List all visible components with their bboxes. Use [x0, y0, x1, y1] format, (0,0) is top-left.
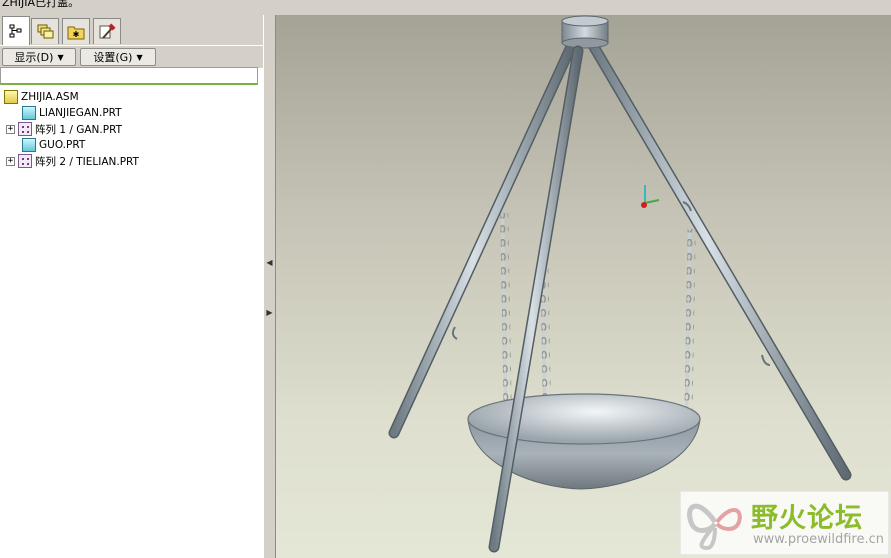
tree-item[interactable]: LIANJIEGAN.PRT [22, 105, 122, 121]
expand-right-icon[interactable]: ▶ [265, 301, 274, 323]
butterfly-logo-icon [687, 503, 742, 551]
chain [684, 228, 696, 430]
panel-splitter[interactable]: ◀ ▶ [263, 15, 276, 558]
pattern-icon [18, 122, 32, 136]
navigator-tab-bar: ✱ [0, 15, 263, 45]
tree-item[interactable]: GUO.PRT [22, 137, 85, 153]
svg-text:✱: ✱ [73, 30, 80, 39]
tab-model-tree[interactable] [2, 16, 30, 45]
tree-item[interactable]: + 阵列 1 / GAN.PRT [6, 121, 122, 137]
navigator-toolbar: 显示(D) ▼ 设置(G) ▼ [0, 45, 263, 68]
tab-layers[interactable] [31, 18, 59, 44]
dropdown-arrow-icon: ▼ [57, 52, 64, 62]
tree-item-label: 阵列 1 / GAN.PRT [35, 123, 123, 136]
settings-menu-button[interactable]: 设置(G) ▼ [80, 48, 156, 66]
watermark-url: www.proewildfire.cn [753, 532, 884, 547]
window-title-strip: ZHIJIA已打盖。 [0, 0, 891, 15]
part-icon [22, 138, 36, 152]
assembly-icon [4, 90, 18, 104]
tree-item-label: LIANJIEGAN.PRT [39, 107, 122, 119]
tree-filter-input[interactable] [0, 67, 258, 85]
csys-triad-icon [641, 185, 660, 208]
chain [500, 212, 512, 424]
tree-item-label: GUO.PRT [39, 139, 86, 151]
expand-icon[interactable]: + [6, 124, 15, 134]
show-menu-label: 显示(D) [14, 51, 54, 64]
tripod-model [388, 15, 852, 553]
model-tree-icon [9, 24, 22, 38]
tripod-cap [561, 15, 609, 49]
dropdown-arrow-icon: ▼ [136, 52, 143, 62]
forum-watermark: 野火论坛 www.proewildfire.cn [680, 491, 889, 555]
part-icon [22, 106, 36, 120]
tree-root-node[interactable]: ZHIJIA.ASM [4, 89, 79, 105]
tree-item[interactable]: + 阵列 2 / TIELIAN.PRT [6, 153, 139, 169]
hammer-icon [99, 22, 116, 39]
navigator-panel: ✱ 显示(D) ▼ 设置(G) ▼ ZHIJIA.ASM LIANJIEGAN.… [0, 15, 264, 558]
collapse-left-icon[interactable]: ◀ [265, 251, 274, 273]
window-title: ZHIJIA已打盖。 [2, 0, 80, 9]
expand-icon[interactable]: + [6, 156, 15, 166]
layers-icon [37, 24, 54, 38]
leg-hook [451, 326, 458, 340]
graphics-viewport[interactable]: 野火论坛 www.proewildfire.cn [276, 15, 891, 558]
show-menu-button[interactable]: 显示(D) ▼ [2, 48, 76, 66]
leg-hook [761, 354, 771, 366]
watermark-title: 野火论坛 [751, 503, 863, 534]
settings-menu-label: 设置(G) [93, 51, 133, 64]
tab-favorites[interactable]: ✱ [62, 18, 90, 44]
pattern-icon [18, 154, 32, 168]
tree-item-label: 阵列 2 / TIELIAN.PRT [35, 155, 139, 168]
folder-star-icon: ✱ [67, 26, 85, 39]
tree-root-label: ZHIJIA.ASM [21, 91, 79, 103]
tab-tools[interactable] [93, 18, 121, 44]
